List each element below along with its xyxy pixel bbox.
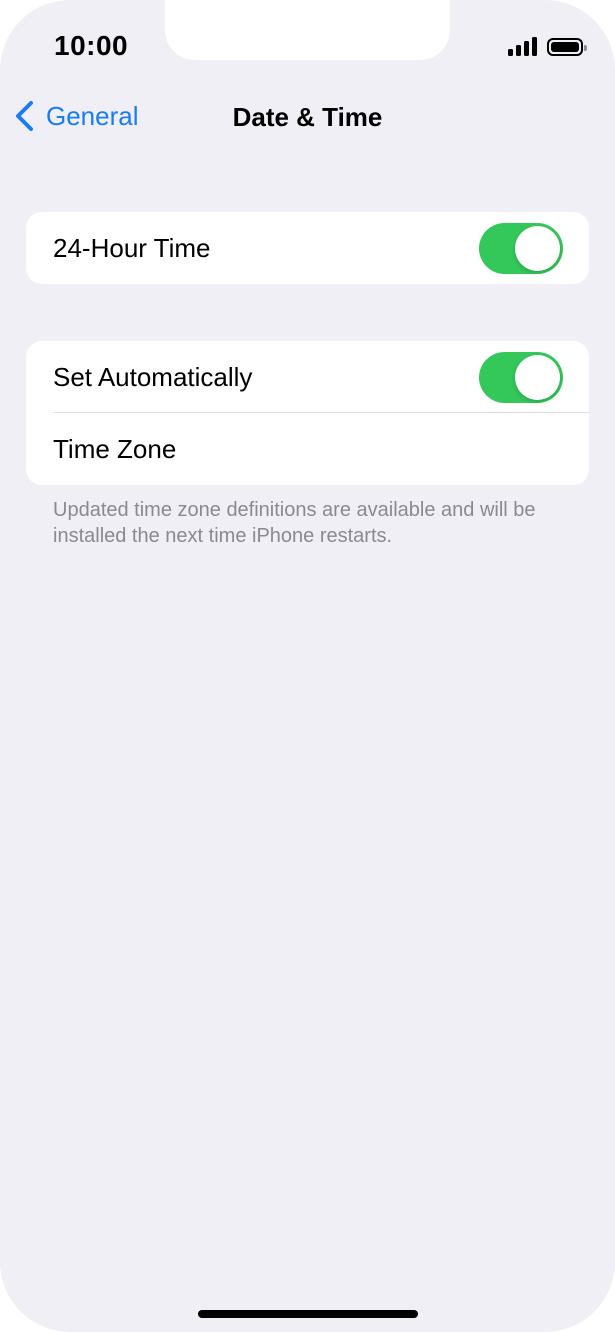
row-set-automatically: Set Automatically (26, 341, 589, 413)
row-label: Time Zone (53, 433, 177, 464)
toggle-knob (515, 355, 560, 400)
footnote-text: Updated time zone definitions are availa… (53, 499, 536, 547)
toggle-knob (515, 226, 560, 271)
status-time: 10:00 (54, 30, 129, 61)
page-title: Date & Time (232, 102, 383, 132)
status-icons (508, 36, 587, 56)
phone-screen: 10:00 General Date & Time 24-Hour Time S… (0, 0, 615, 1332)
row-label: Set Automatically (53, 361, 253, 392)
navigation-bar: General Date & Time (0, 96, 615, 140)
settings-group-time-zone: Set Automatically Time Zone (26, 341, 589, 485)
settings-group-24-hour: 24-Hour Time (26, 212, 589, 284)
home-indicator[interactable] (198, 1310, 418, 1318)
row-24-hour-time: 24-Hour Time (26, 212, 589, 284)
row-time-zone[interactable]: Time Zone (26, 413, 589, 485)
row-label: 24-Hour Time (53, 232, 211, 263)
toggle-set-automatically[interactable] (479, 352, 563, 403)
battery-full-icon (547, 38, 587, 56)
notch (165, 0, 450, 60)
toggle-24-hour-time[interactable] (479, 223, 563, 274)
cellular-signal-icon (508, 36, 537, 56)
